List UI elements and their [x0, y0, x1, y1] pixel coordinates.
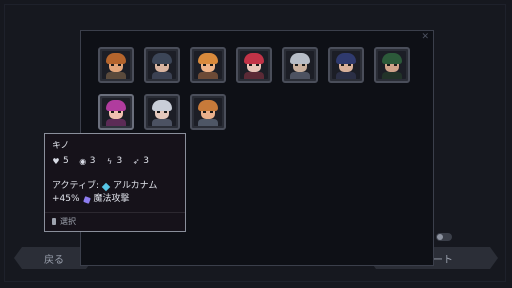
character-portrait[interactable]	[282, 47, 318, 83]
tooltip-divider	[45, 212, 185, 213]
character-tooltip: キノ ♥ 5 ◉ 3 ϟ 3 ➶ 3 アクティブ: アルカナム +45% 魔法攻…	[44, 133, 186, 232]
stat-value: 3	[116, 156, 123, 166]
bonus-type: 魔法攻撃	[93, 194, 130, 204]
active-skill-name: アルカナム	[113, 181, 158, 191]
character-stats: ♥ 5 ◉ 3 ϟ 3 ➶ 3	[52, 156, 178, 166]
heart-icon: ♥	[52, 156, 60, 166]
active-skill-line: アクティブ: アルカナム	[52, 180, 178, 193]
stat-value: 3	[143, 156, 149, 166]
character-face	[332, 51, 360, 79]
character-portrait[interactable]	[144, 94, 180, 130]
character-portrait[interactable]	[374, 47, 410, 83]
character-portrait[interactable]	[190, 94, 226, 130]
stat-value: 5	[63, 156, 69, 166]
option-toggle[interactable]	[436, 232, 452, 241]
select-hint-label: 選択	[60, 217, 76, 226]
character-face	[194, 98, 222, 126]
back-button-label: 戻る	[44, 254, 64, 266]
character-face	[148, 98, 176, 126]
character-portrait[interactable]	[144, 47, 180, 83]
character-portrait[interactable]	[328, 47, 364, 83]
button-key-icon	[52, 218, 56, 225]
character-face	[286, 51, 314, 79]
close-icon[interactable]: ✕	[421, 32, 429, 42]
character-portrait[interactable]	[236, 47, 272, 83]
character-face	[102, 98, 130, 126]
bonus-line: +45% 魔法攻撃	[52, 193, 178, 206]
character-portrait[interactable]	[98, 47, 134, 83]
character-face	[102, 51, 130, 79]
character-portrait[interactable]	[190, 47, 226, 83]
character-face	[148, 51, 176, 79]
shield-icon: ◉	[79, 156, 87, 166]
character-name: キノ	[52, 141, 70, 151]
stat-defense: ◉ 3	[79, 156, 96, 166]
character-portrait[interactable]	[98, 94, 134, 130]
magic-gem-icon	[82, 195, 91, 204]
character-face	[194, 51, 222, 79]
arcane-gem-icon	[101, 182, 111, 191]
character-face	[240, 51, 268, 79]
stat-speed: ϟ 3	[105, 156, 122, 166]
lightning-icon: ϟ	[106, 156, 113, 166]
active-label: アクティブ:	[52, 181, 100, 191]
stat-health: ♥ 5	[52, 156, 69, 166]
select-hint: 選択	[52, 216, 76, 227]
character-face	[378, 51, 406, 79]
stat-attack: ➶ 3	[132, 156, 149, 166]
stat-value: 3	[89, 156, 96, 166]
bonus-value: +45%	[52, 194, 80, 204]
sword-icon: ➶	[132, 156, 140, 166]
